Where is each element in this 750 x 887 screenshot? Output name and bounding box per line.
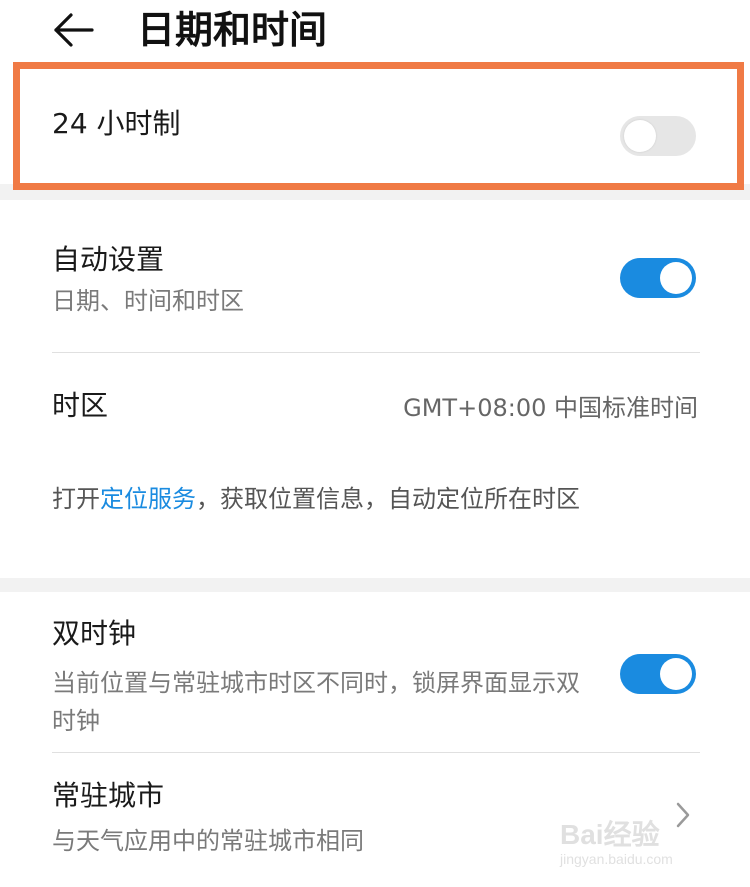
dual-clock-subtitle: 当前位置与常驻城市时区不同时，锁屏界面显示双时钟 [52, 669, 580, 735]
clock-settings-card: 双时钟 当前位置与常驻城市时区不同时，锁屏界面显示双时钟 常驻城市 与天气应用中… [0, 592, 750, 887]
location-hint-prefix: 打开 [52, 485, 100, 513]
hour24-label: 24 小时制 [52, 107, 181, 140]
baidu-jingyan-watermark: Bai经验 jingyan.baidu.com [560, 813, 710, 873]
location-hint-suffix: ，获取位置信息，自动定位所在时区 [196, 485, 580, 513]
auto-setting-title: 自动设置 [52, 243, 165, 276]
auto-setting-toggle[interactable] [620, 258, 696, 298]
page-title: 日期和时间 [137, 8, 328, 52]
auto-setting-subtitle: 日期、时间和时区 [52, 287, 244, 315]
back-button[interactable] [48, 8, 100, 52]
home-city-title: 常驻城市 [52, 779, 165, 812]
watermark-url: jingyan.baidu.com [560, 851, 673, 867]
divider [52, 752, 700, 753]
timezone-value: GMT+08:00 中国标准时间 [403, 394, 698, 422]
datetime-settings-card: 自动设置 日期、时间和时区 时区 GMT+08:00 中国标准时间 打开定位服务… [0, 200, 750, 578]
hour24-row[interactable]: 24 小时制 [0, 62, 750, 184]
arrow-left-icon [54, 13, 94, 47]
watermark-logo: Bai经验 [560, 819, 660, 850]
toggle-knob [660, 658, 692, 690]
location-hint: 打开定位服务，获取位置信息，自动定位所在时区 [52, 478, 692, 520]
divider [52, 352, 700, 353]
dual-clock-title: 双时钟 [52, 617, 137, 650]
app-header: 日期和时间 [0, 0, 750, 62]
toggle-knob [660, 262, 692, 294]
hour24-toggle[interactable] [620, 116, 696, 156]
home-city-subtitle: 与天气应用中的常驻城市相同 [52, 827, 364, 855]
timezone-title: 时区 [52, 389, 109, 422]
location-service-link[interactable]: 定位服务 [100, 485, 196, 513]
dual-clock-toggle[interactable] [620, 654, 696, 694]
toggle-knob [624, 120, 656, 152]
